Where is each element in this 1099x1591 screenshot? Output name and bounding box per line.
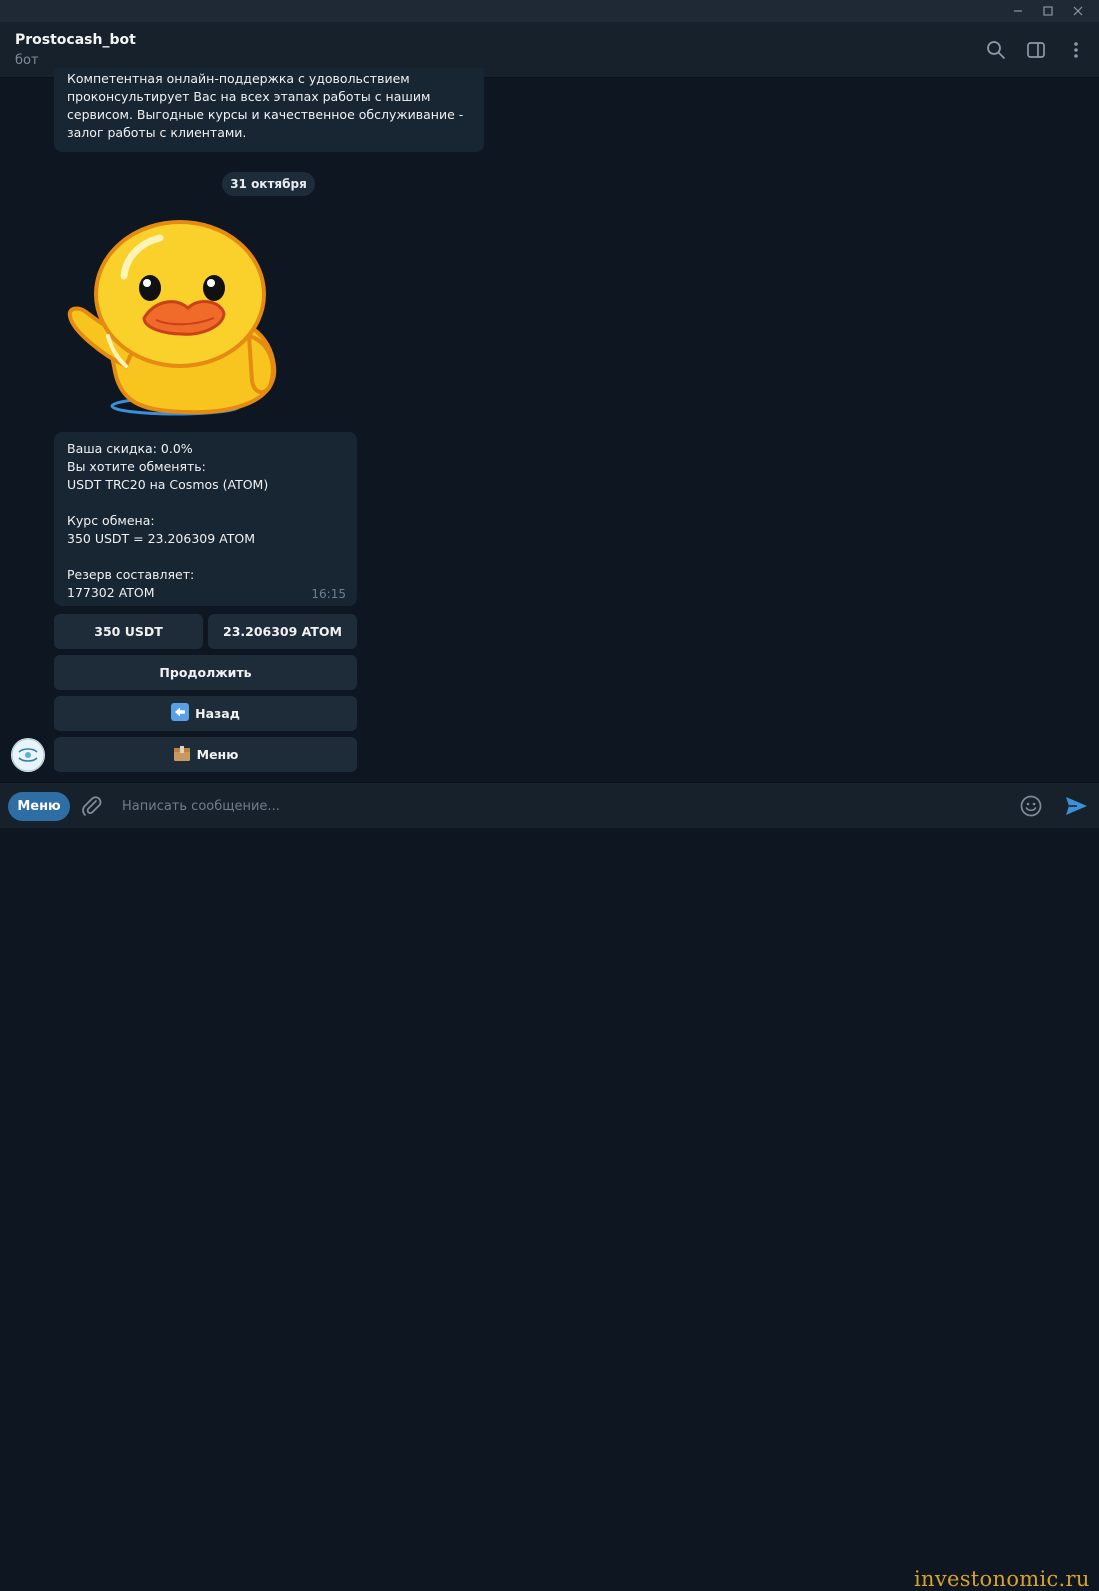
- reserve-text: 177302 ATOM: [67, 585, 155, 600]
- duck-sticker[interactable]: [64, 216, 282, 421]
- message-line: [67, 548, 344, 566]
- minimize-icon[interactable]: [1003, 0, 1033, 22]
- window-titlebar: [0, 0, 1099, 22]
- chat-history[interactable]: Компетентная онлайн-поддержка с удовольс…: [0, 68, 1099, 782]
- exchange-rate-text: 350 USDT = 23.206309 ATOM: [67, 531, 256, 546]
- attach-icon[interactable]: [80, 794, 104, 818]
- message-bubble-intro: Компетентная онлайн-поддержка с удовольс…: [54, 68, 484, 152]
- emoji-icon[interactable]: [1019, 794, 1043, 818]
- continue-button[interactable]: Продолжить: [54, 655, 357, 690]
- message-line: проконсультирует Вас на всех этапах рабо…: [67, 89, 431, 104]
- close-window-icon[interactable]: [1063, 0, 1093, 22]
- message-line: Вы хотите обменять:: [67, 459, 206, 474]
- back-arrow-icon: [171, 703, 190, 724]
- menu-keyboard-button[interactable]: Меню: [54, 737, 357, 772]
- send-icon[interactable]: [1063, 793, 1089, 819]
- message-time: 16:15: [311, 587, 346, 601]
- amount-to-label: 23.206309 ATOM: [223, 624, 342, 639]
- chat-title: Prostocash_bot: [15, 32, 136, 48]
- message-line: [67, 494, 344, 512]
- menu-keyboard-label: Меню: [196, 747, 239, 762]
- continue-label: Продолжить: [159, 665, 252, 680]
- message-input[interactable]: [120, 795, 880, 817]
- message-bubble-exchange: Ваша скидка: 0.0% Вы хотите обменять: US…: [54, 432, 357, 606]
- chat-subtitle: бот: [15, 53, 39, 68]
- back-label: Назад: [195, 706, 240, 721]
- back-button[interactable]: Назад: [54, 696, 357, 731]
- amount-from-button[interactable]: 350 USDT: [54, 614, 203, 649]
- date-separator: 31 октября: [222, 172, 315, 196]
- discount-text: Ваша скидка: 0.0%: [67, 441, 193, 456]
- amount-to-button[interactable]: 23.206309 ATOM: [208, 614, 357, 649]
- bot-menu-button[interactable]: Меню: [8, 792, 70, 821]
- message-line: Курс обмена:: [67, 513, 155, 528]
- search-icon[interactable]: [985, 39, 1007, 61]
- watermark-text: investonomic.ru: [914, 1567, 1090, 1591]
- message-line: сервисом. Выгодные курсы и качественное …: [67, 107, 464, 122]
- sidebar-toggle-icon[interactable]: [1025, 39, 1047, 61]
- message-line: Резерв составляет:: [67, 567, 195, 582]
- message-composer: Меню investonomic.ru: [0, 782, 1099, 1591]
- maximize-icon[interactable]: [1033, 0, 1063, 22]
- amount-from-label: 350 USDT: [94, 624, 163, 639]
- message-line: Компетентная онлайн-поддержка с удовольс…: [67, 71, 410, 86]
- package-icon: [173, 744, 191, 765]
- bot-avatar[interactable]: [11, 738, 45, 772]
- exchange-pair-text: USDT TRC20 на Cosmos (ATOM): [67, 477, 269, 492]
- header-actions: [985, 39, 1087, 61]
- more-options-icon[interactable]: [1065, 39, 1087, 61]
- message-line: залог работы с клиентами.: [67, 125, 247, 140]
